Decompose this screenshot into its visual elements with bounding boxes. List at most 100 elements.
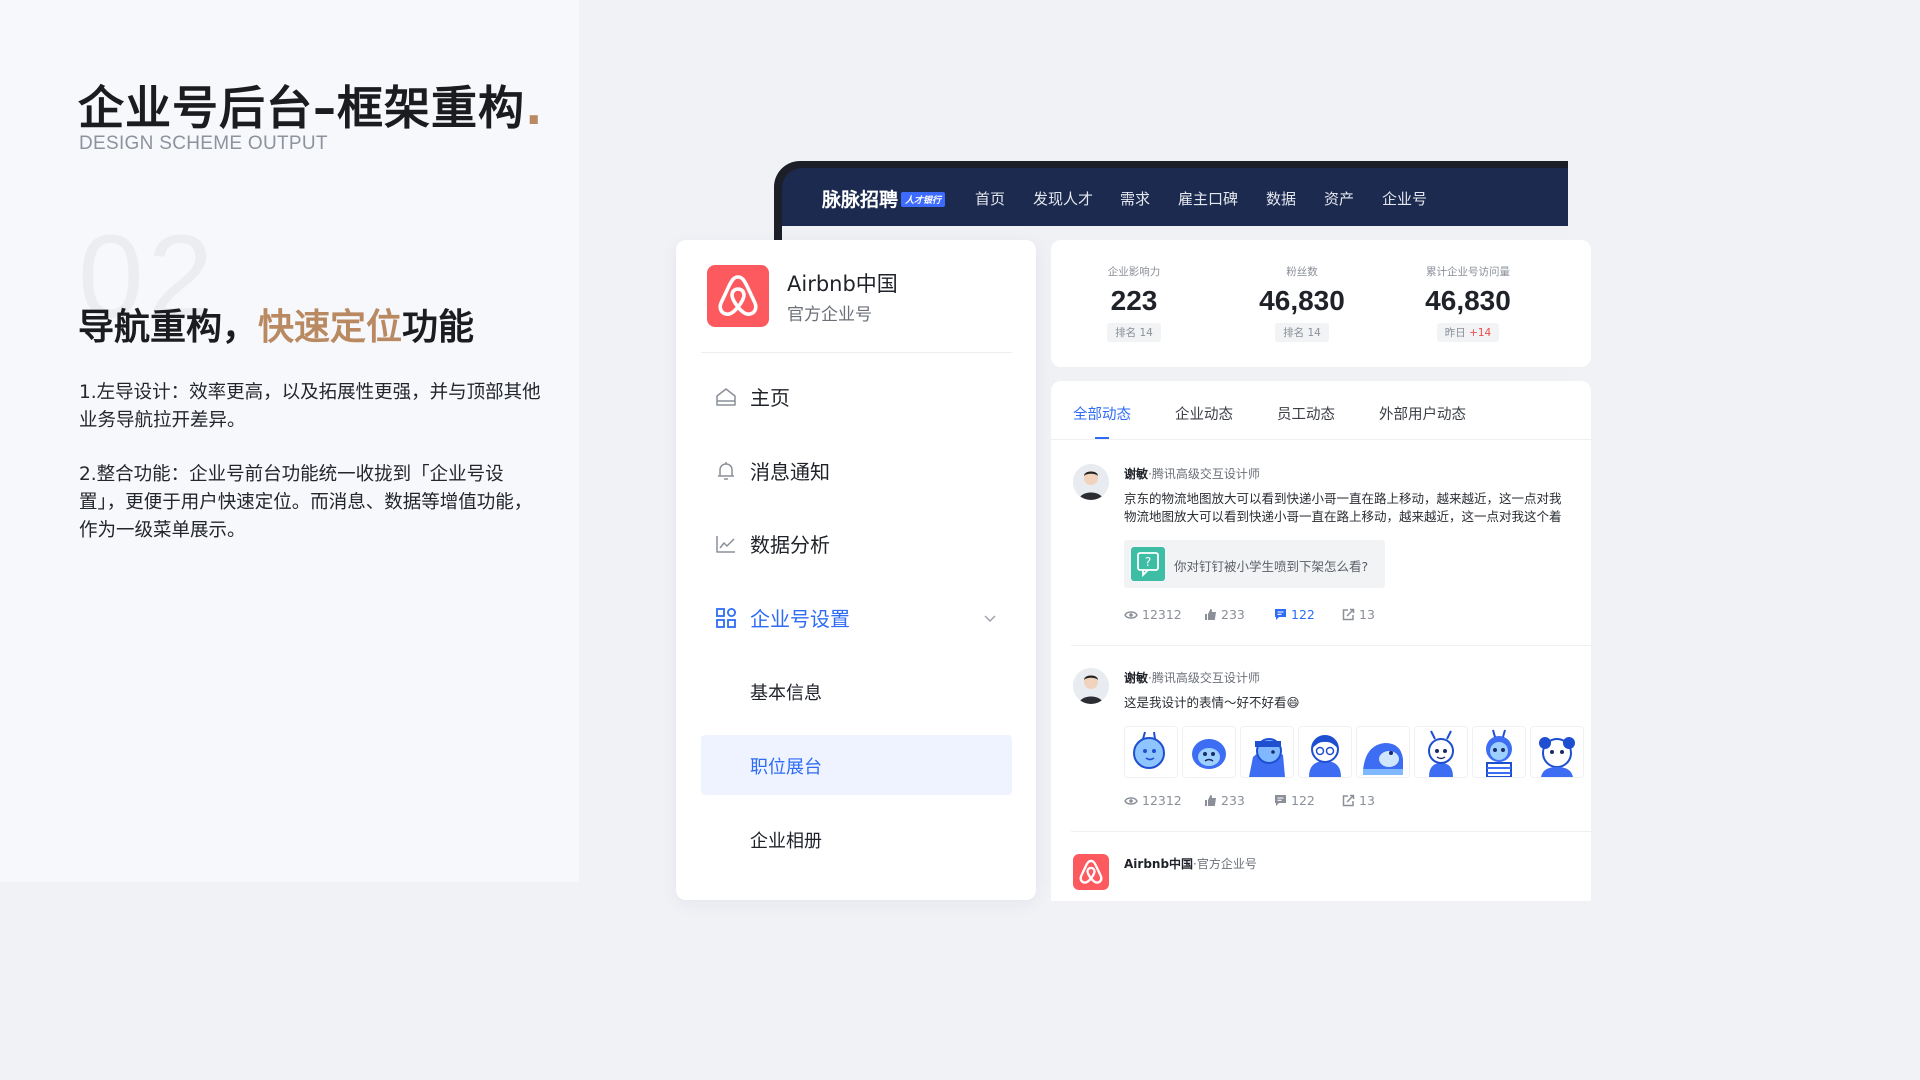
brand-badge: 人才银行 xyxy=(901,192,946,207)
sidebar-item-label: 主页 xyxy=(750,386,790,410)
airbnb-logo-icon xyxy=(707,265,769,327)
stat-value: 46,830 xyxy=(1425,285,1511,316)
question-icon: ? xyxy=(1131,547,1165,581)
share-button[interactable]: 13 xyxy=(1342,607,1375,622)
sidebar-divider xyxy=(701,352,1012,353)
sticker-image[interactable] xyxy=(1182,726,1236,778)
nav-data[interactable]: 数据 xyxy=(1266,188,1296,209)
stat-followers: 粉丝数 46,830 排名 14 xyxy=(1237,264,1367,342)
author-name[interactable]: 谢敏 xyxy=(1124,671,1148,685)
paragraph-1: 1.左导设计：效率更高，以及拓展性更强，并与顶部其他业务导航拉开差异。 xyxy=(79,382,541,431)
home-icon xyxy=(714,385,738,409)
sidebar-item-enterprise-settings[interactable]: 企业号设置 xyxy=(701,588,1012,648)
author-title: ·腾讯高级交互设计师 xyxy=(1148,671,1260,685)
share-icon xyxy=(1342,608,1355,621)
view-count: 12312 xyxy=(1124,793,1182,808)
activity-feed: 全部动态 企业动态 员工动态 外部用户动态 谢敏·腾讯高级交互设计师 京东的物流… xyxy=(1051,381,1591,901)
tab-employee-activity[interactable]: 员工动态 xyxy=(1277,403,1335,424)
comments-value: 122 xyxy=(1291,607,1315,622)
badge-delta: +14 xyxy=(1469,327,1492,339)
slide-title: 企业号后台–框架重构. xyxy=(78,72,543,138)
tab-company-activity[interactable]: 企业动态 xyxy=(1175,403,1233,424)
like-button[interactable]: 233 xyxy=(1204,793,1245,808)
slide-subtitle: DESIGN SCHEME OUTPUT xyxy=(79,133,328,154)
slide-title-text: 企业号后台–框架重构 xyxy=(78,81,525,135)
sticker-image[interactable] xyxy=(1414,726,1468,778)
stat-badge: 排名 14 xyxy=(1275,323,1329,342)
comment-button[interactable]: 122 xyxy=(1274,607,1315,622)
post-author: 谢敏·腾讯高级交互设计师 xyxy=(1124,669,1260,686)
post-text-line: 这是我设计的表情～好不好看😄 xyxy=(1124,695,1300,710)
nav-assets[interactable]: 资产 xyxy=(1324,188,1354,209)
post-author: 谢敏·腾讯高级交互设计师 xyxy=(1124,465,1260,482)
stat-value: 46,830 xyxy=(1259,285,1345,316)
stat-value: 223 xyxy=(1110,285,1158,316)
tab-external-user-activity[interactable]: 外部用户动态 xyxy=(1379,403,1466,424)
nav-employer-reviews[interactable]: 雇主口碑 xyxy=(1178,188,1238,209)
nav-demand[interactable]: 需求 xyxy=(1120,188,1150,209)
eye-icon xyxy=(1124,611,1138,619)
share-icon xyxy=(1342,794,1355,807)
stat-badge: 昨日 +14 xyxy=(1436,323,1500,342)
bell-icon xyxy=(714,459,738,483)
avatar[interactable] xyxy=(1073,464,1109,500)
like-button[interactable]: 233 xyxy=(1204,607,1245,622)
nav-home[interactable]: 首页 xyxy=(975,188,1005,209)
chevron-down-icon xyxy=(983,610,997,629)
quote-text: 你对钉钉被小学生喷到下架怎么看? xyxy=(1174,559,1369,574)
sidebar-item-label: 数据分析 xyxy=(750,533,830,557)
svg-text:?: ? xyxy=(1145,555,1151,569)
stat-label: 粉丝数 xyxy=(1286,266,1318,278)
nav-discover-talent[interactable]: 发现人才 xyxy=(1033,188,1093,209)
avatar[interactable] xyxy=(1073,668,1109,704)
airbnb-logo-icon[interactable] xyxy=(1073,854,1109,890)
title-dot: . xyxy=(525,81,544,135)
author-name[interactable]: 谢敏 xyxy=(1124,467,1148,481)
post-text-line: 物流地图放大可以看到快递小哥一直在路上移动，越来越近，这一点对我这个着 xyxy=(1124,509,1562,524)
submenu-company-album[interactable]: 企业相册 xyxy=(701,809,1012,869)
brand-logo[interactable]: 脉脉招聘 人才银行 xyxy=(822,185,946,212)
sidebar-item-data-analysis[interactable]: 数据分析 xyxy=(701,514,1012,574)
description-panel: 企业号后台–框架重构. DESIGN SCHEME OUTPUT 02 导航重构… xyxy=(0,0,579,882)
share-button[interactable]: 13 xyxy=(1342,793,1375,808)
submenu-label: 职位展台 xyxy=(750,757,822,778)
sidebar-item-home[interactable]: 主页 xyxy=(701,367,1012,427)
grid-icon xyxy=(714,606,738,630)
badge-prefix: 昨日 xyxy=(1444,327,1466,339)
submenu-label: 企业相册 xyxy=(750,831,822,852)
org-name: Airbnb中国 xyxy=(787,272,898,296)
post-text-line: 京东的物流地图放大可以看到快递小哥一直在路上移动，越来越近，这一点对我 xyxy=(1124,491,1562,506)
quoted-question-card[interactable]: ? 你对钉钉被小学生喷到下架怎么看? xyxy=(1124,540,1385,588)
top-navigation-bar: 脉脉招聘 人才银行 首页 发现人才 需求 雇主口碑 数据 资产 企业号 xyxy=(782,168,1568,226)
sidebar-item-label: 消息通知 xyxy=(750,460,830,484)
sidebar-item-notifications[interactable]: 消息通知 xyxy=(701,441,1012,501)
sticker-image[interactable] xyxy=(1472,726,1526,778)
section-heading: 导航重构，快速定位功能 xyxy=(78,298,474,350)
sticker-image[interactable] xyxy=(1240,726,1294,778)
sticker-image[interactable] xyxy=(1356,726,1410,778)
sticker-image[interactable] xyxy=(1530,726,1584,778)
post-divider xyxy=(1071,831,1591,832)
stat-badge: 排名 14 xyxy=(1107,323,1161,342)
view-count: 12312 xyxy=(1124,607,1182,622)
stat-total-visits: 累计企业号访问量 46,830 昨日 +14 xyxy=(1403,264,1533,342)
sticker-image[interactable] xyxy=(1298,726,1352,778)
left-sidebar: Airbnb中国 官方企业号 主页 消息通知 数据分析 企业号设置 基本信息 职… xyxy=(676,240,1036,900)
post-divider xyxy=(1071,645,1591,646)
tab-all-activity[interactable]: 全部动态 xyxy=(1073,403,1131,424)
sticker-image[interactable] xyxy=(1124,726,1178,778)
likes-value: 233 xyxy=(1221,607,1245,622)
heading-highlight: 快速定位 xyxy=(258,307,403,348)
stat-label: 累计企业号访问量 xyxy=(1426,266,1510,278)
submenu-job-showcase[interactable]: 职位展台 xyxy=(701,735,1012,795)
nav-enterprise-account[interactable]: 企业号 xyxy=(1382,188,1427,209)
author-name[interactable]: Airbnb中国 xyxy=(1124,857,1193,871)
comment-button[interactable]: 122 xyxy=(1274,793,1315,808)
likes-value: 233 xyxy=(1221,793,1245,808)
sidebar-item-label: 企业号设置 xyxy=(750,607,850,631)
heading-post: 功能 xyxy=(402,307,475,348)
submenu-basic-info[interactable]: 基本信息 xyxy=(701,661,1012,721)
shares-value: 13 xyxy=(1359,793,1375,808)
tabs-divider xyxy=(1051,439,1591,440)
eye-icon xyxy=(1124,797,1138,805)
